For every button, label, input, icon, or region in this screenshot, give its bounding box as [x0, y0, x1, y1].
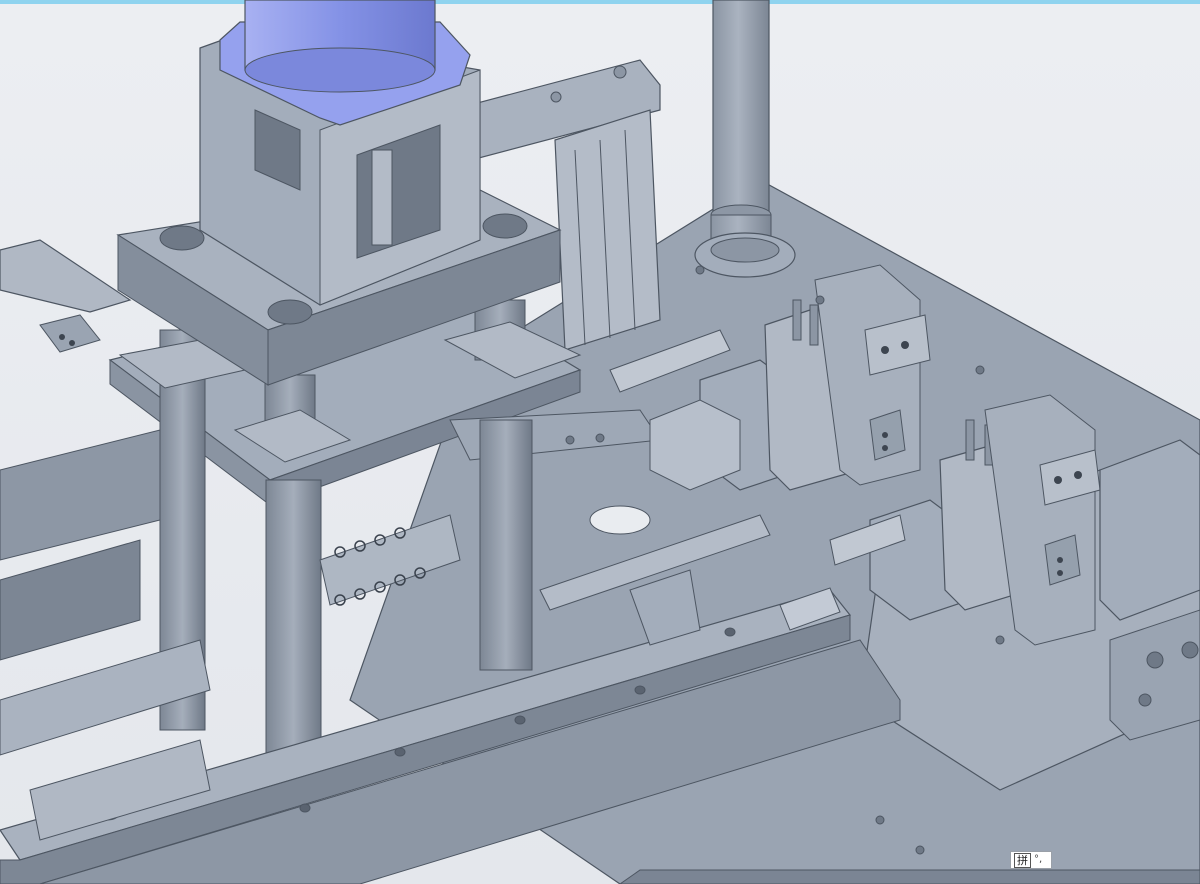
left-rail-block — [39, 314, 101, 353]
left-linear-rail-top — [0, 239, 132, 313]
back-column — [712, 0, 770, 216]
base-plate-edge — [619, 869, 1200, 884]
cad-viewport[interactable]: 拼 °, — [0, 0, 1200, 884]
left-lower-rail — [0, 639, 211, 756]
cad-model-render[interactable] — [0, 0, 1200, 884]
guide-rod-2 — [265, 479, 322, 771]
vertical-slide-rail — [554, 109, 661, 351]
ime-punctuation-label[interactable]: °, — [1034, 855, 1042, 865]
large-hole — [589, 505, 651, 535]
guide-rod-3 — [479, 419, 533, 671]
ime-indicator[interactable]: 拼 °, — [1010, 851, 1052, 869]
right-block — [1099, 439, 1200, 621]
ime-mode-label[interactable]: 拼 — [1014, 852, 1031, 868]
left-lower-frame — [0, 429, 161, 561]
